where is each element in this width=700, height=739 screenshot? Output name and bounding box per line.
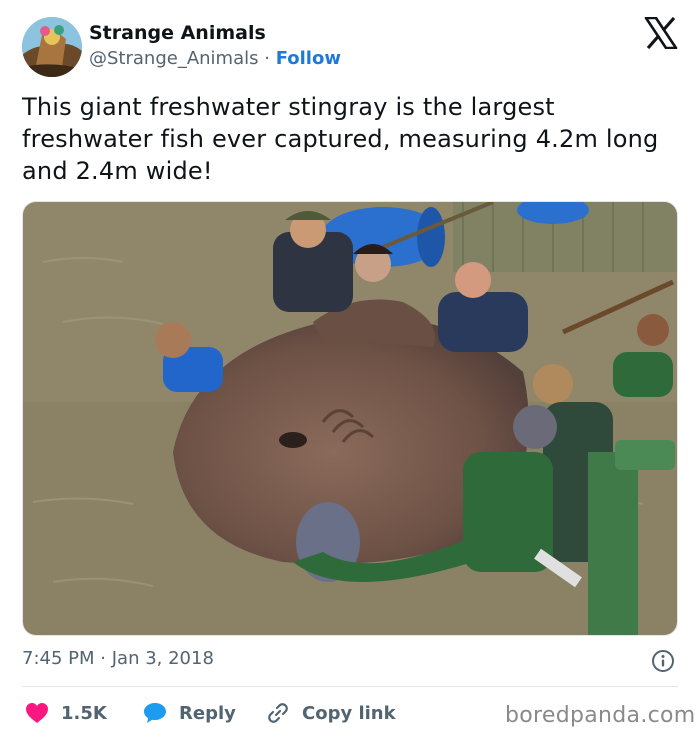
author-name[interactable]: Strange Animals	[89, 22, 266, 44]
link-icon	[268, 703, 288, 723]
info-icon[interactable]	[651, 649, 675, 673]
like-count: 1.5K	[61, 702, 107, 724]
author-handle[interactable]: @Strange_Animals	[89, 48, 259, 69]
reply-label: Reply	[179, 702, 236, 724]
handle-separator: ·	[264, 48, 270, 69]
copy-link-label: Copy link	[302, 702, 396, 724]
post-time: 7:45 PM	[22, 648, 95, 669]
author-handle-line: @Strange_Animals · Follow	[89, 48, 341, 69]
reply-button[interactable]: Reply	[143, 697, 236, 729]
tweet-card: Strange Animals @Strange_Animals · Follo…	[0, 0, 700, 739]
follow-button[interactable]: Follow	[276, 48, 341, 69]
tweet-timestamp[interactable]: 7:45 PM · Jan 3, 2018	[22, 648, 214, 669]
post-date: Jan 3, 2018	[111, 648, 214, 669]
like-button[interactable]: 1.5K	[25, 697, 107, 729]
avatar[interactable]	[22, 17, 82, 77]
copy-link-button[interactable]: Copy link	[266, 697, 396, 729]
date-separator: ·	[100, 648, 106, 669]
heart-icon	[26, 703, 48, 723]
tweet-photo[interactable]	[22, 201, 678, 636]
watermark: boredpanda.com	[505, 703, 696, 728]
speech-bubble-icon	[144, 703, 166, 723]
tweet-text: This giant freshwater stingray is the la…	[22, 93, 659, 185]
x-logo-icon[interactable]	[644, 16, 678, 50]
divider	[22, 686, 678, 687]
